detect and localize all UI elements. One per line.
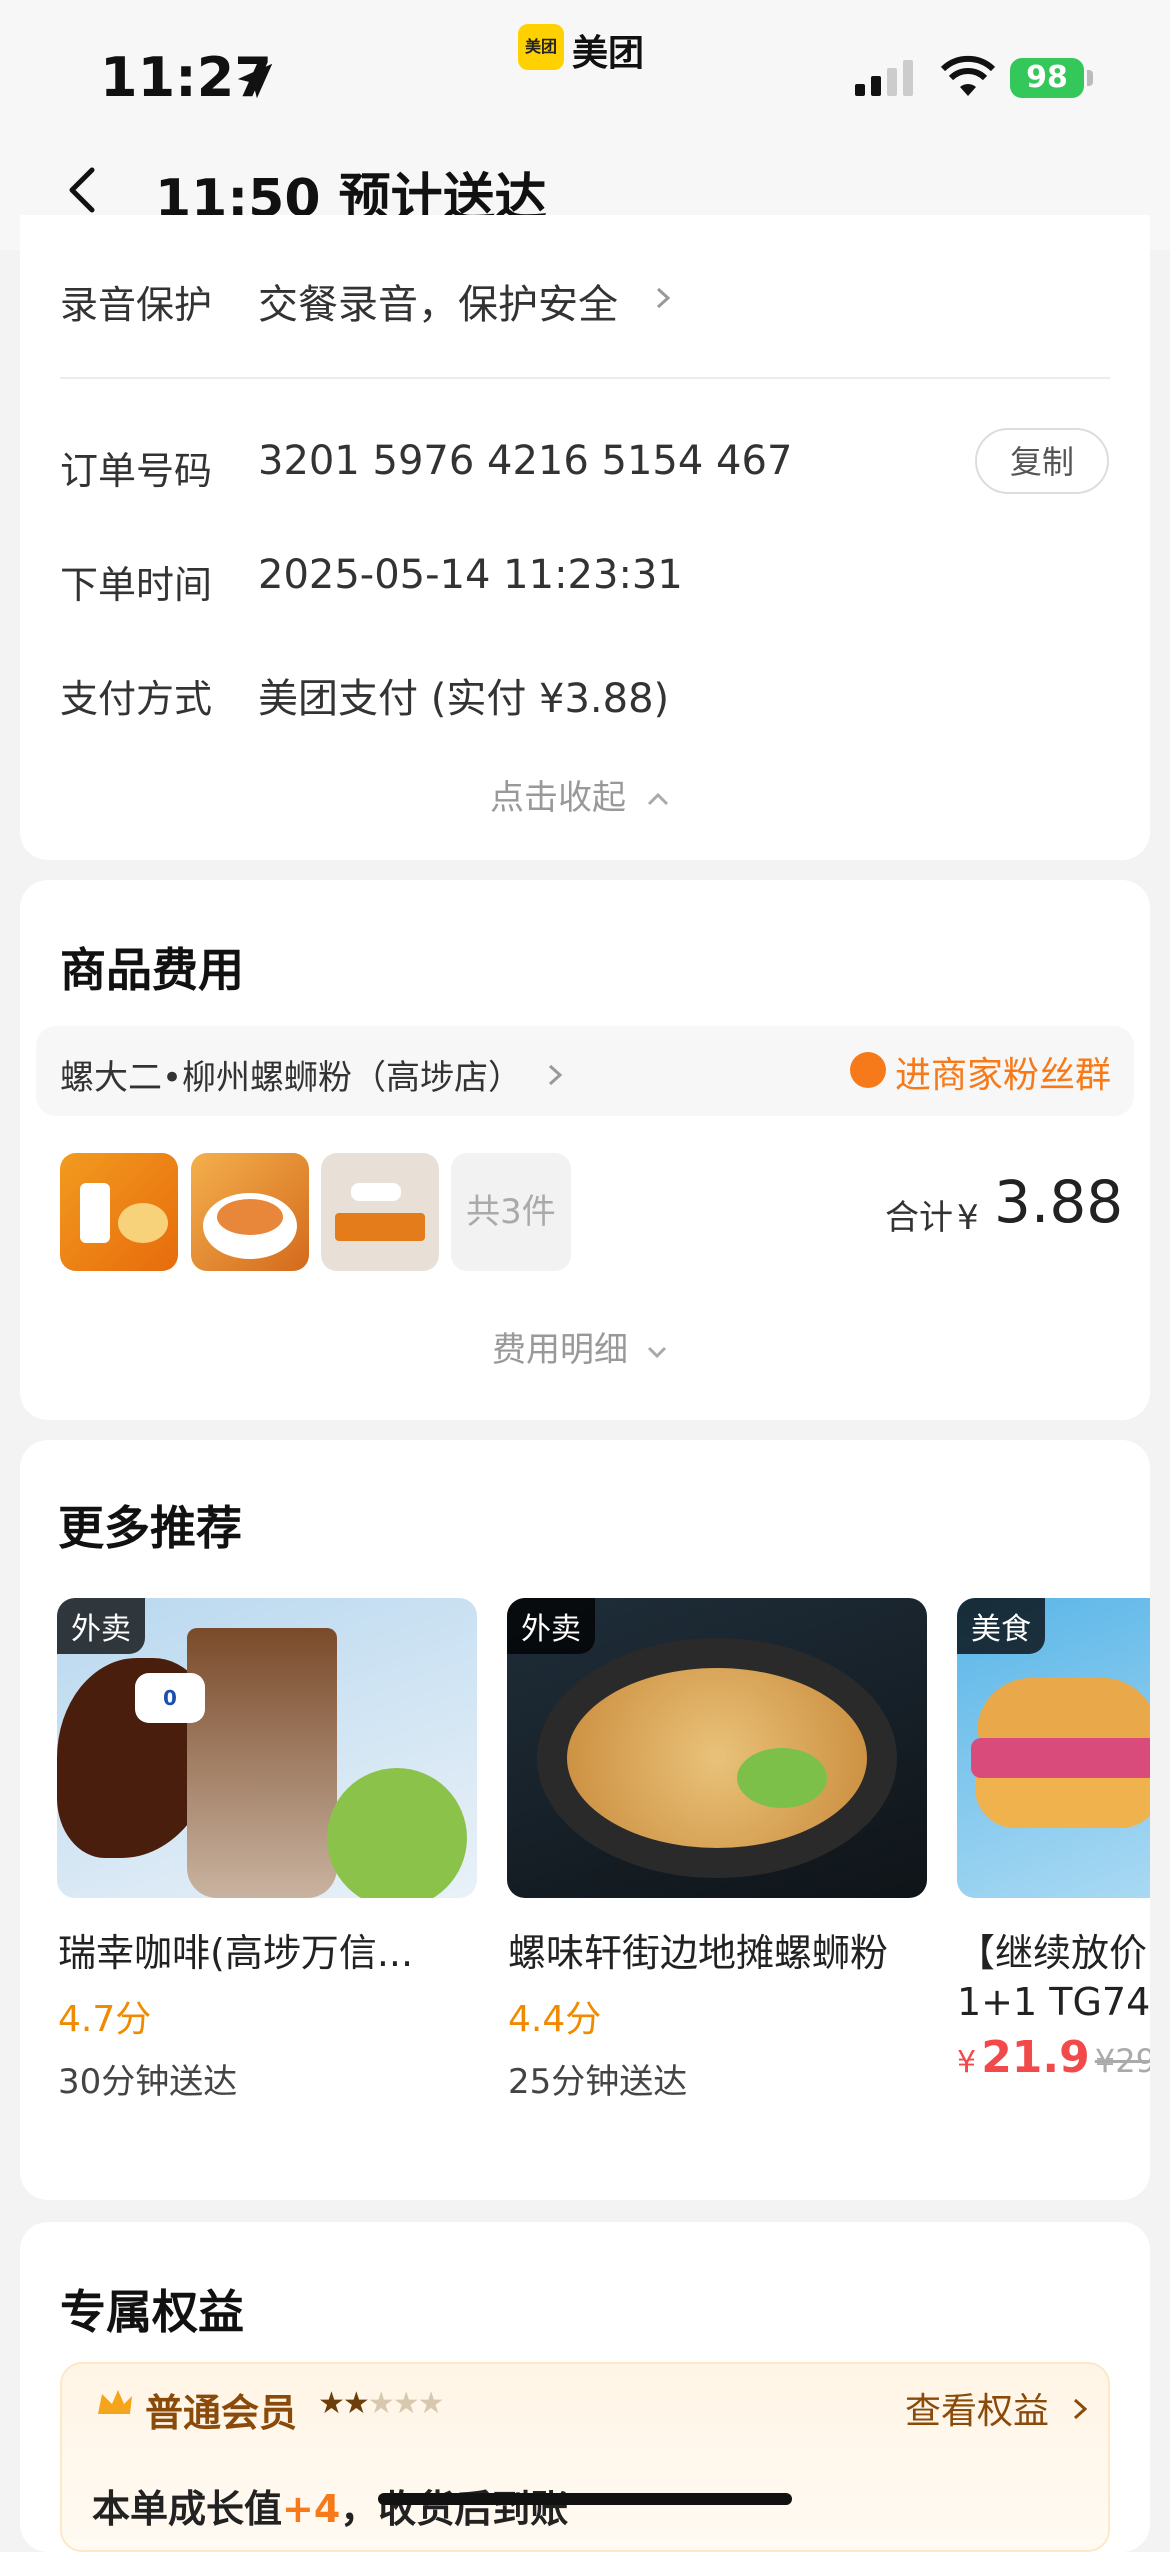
store-name-text: 螺大二•柳州螺蛳粉（高埗店） [60,1058,523,1098]
total-currency: ¥ [957,1198,979,1238]
recommend-item-subtitle: 1+1 TG747 [957,1980,1150,2024]
payment-label: 支付方式 [60,677,213,721]
view-benefits-link[interactable]: 查看权益 [905,2382,1090,2434]
total-label-text: 合计 [885,1198,953,1238]
recommend-item-eta: 25分钟送达 [508,2062,688,2102]
member-star-rating: ★★★★★ [318,2386,444,2421]
recommend-item-eta: 30分钟送达 [58,2062,238,2102]
back-arrow-icon[interactable] [56,162,112,218]
recording-label: 录音保护 [60,283,213,327]
total-amount: 3.88 [994,1168,1124,1236]
recommend-item-title[interactable]: 瑞幸咖啡(高埗万信... [58,1922,413,1977]
chat-bubble-icon [850,1052,886,1088]
fans-group-link[interactable]: 进商家粉丝群 [895,1046,1111,1098]
total-label: 合计 ¥ [885,1190,979,1239]
order-time-label: 下单时间 [60,563,213,607]
recommend-section-title: 更多推荐 [58,1501,242,1555]
wifi-icon [940,55,996,96]
product-thumbnail[interactable] [60,1153,178,1271]
member-crown-icon [98,2390,132,2414]
fee-detail-toggle[interactable]: 费用明细 [492,1322,669,1371]
recommend-item-image[interactable]: 外卖 [507,1598,927,1898]
recommend-tag: 外卖 [57,1598,145,1654]
chevron-right-icon [548,1064,563,1086]
recommend-item-title[interactable]: 【继续放价 [957,1922,1150,1977]
price-value: 21.9 [981,2032,1090,2083]
brand-badge-icon: 0 [135,1673,205,1723]
item-count[interactable]: 共3件 [451,1153,571,1271]
collapse-label: 点击收起 [490,778,626,818]
order-time-value: 2025-05-14 11:23:31 [258,552,683,598]
recommend-item-image[interactable]: 美食 [957,1598,1150,1898]
order-number-value: 3201 5976 4216 5154 467 [258,438,793,484]
chevron-right-icon [1074,2398,1088,2420]
recommend-item-rating: 4.7分 [58,1999,152,2040]
location-arrow-icon [237,63,273,99]
recommend-tag: 美食 [957,1598,1045,1654]
payment-value: 美团支付 (实付 ¥3.88) [258,676,670,722]
product-thumbnail[interactable] [321,1153,439,1271]
battery-level: 98 [1010,58,1084,98]
recording-value[interactable]: 交餐录音，保护安全 [258,272,618,330]
cellular-signal-icon [855,60,913,96]
store-name[interactable]: 螺大二•柳州螺蛳粉（高埗店） [60,1050,565,1099]
home-indicator[interactable] [378,2493,792,2505]
original-price: ¥29 [1094,2042,1150,2080]
order-number-label: 订单号码 [60,449,213,493]
recommend-item-price: ¥ 21.9 ¥29 [957,2032,1150,2083]
product-thumbnail[interactable] [191,1153,309,1271]
growth-value-text: 本单成长值+4，收货后到账 [92,2478,568,2533]
copy-button[interactable]: 复制 [975,428,1109,494]
app-name: 美团 [572,33,645,74]
chevron-down-icon [647,1346,666,1359]
member-level: 普通会员 [145,2391,298,2435]
growth-prefix: 本单成长值 [92,2487,283,2531]
recommend-item-title[interactable]: 螺味轩街边地摊螺蛳粉 [508,1922,888,1977]
price-currency: ¥ [957,2045,977,2080]
collapse-toggle[interactable]: 点击收起 [490,770,671,819]
growth-value: +4 [282,2487,341,2531]
view-benefits-label: 查看权益 [905,2391,1050,2432]
chevron-right-icon [656,287,671,309]
divider [60,377,1110,379]
fee-detail-label: 费用明细 [492,1330,628,1370]
cost-section-title: 商品费用 [60,943,244,997]
recommend-item-image[interactable]: 0 外卖 [57,1598,477,1898]
recommend-tag: 外卖 [507,1598,595,1654]
benefits-section-title: 专属权益 [60,2285,244,2339]
meituan-logo-icon: 美团 [518,24,564,70]
battery-tip [1087,70,1093,86]
recommend-item-rating: 4.4分 [508,1999,602,2040]
chevron-up-icon [647,792,668,806]
